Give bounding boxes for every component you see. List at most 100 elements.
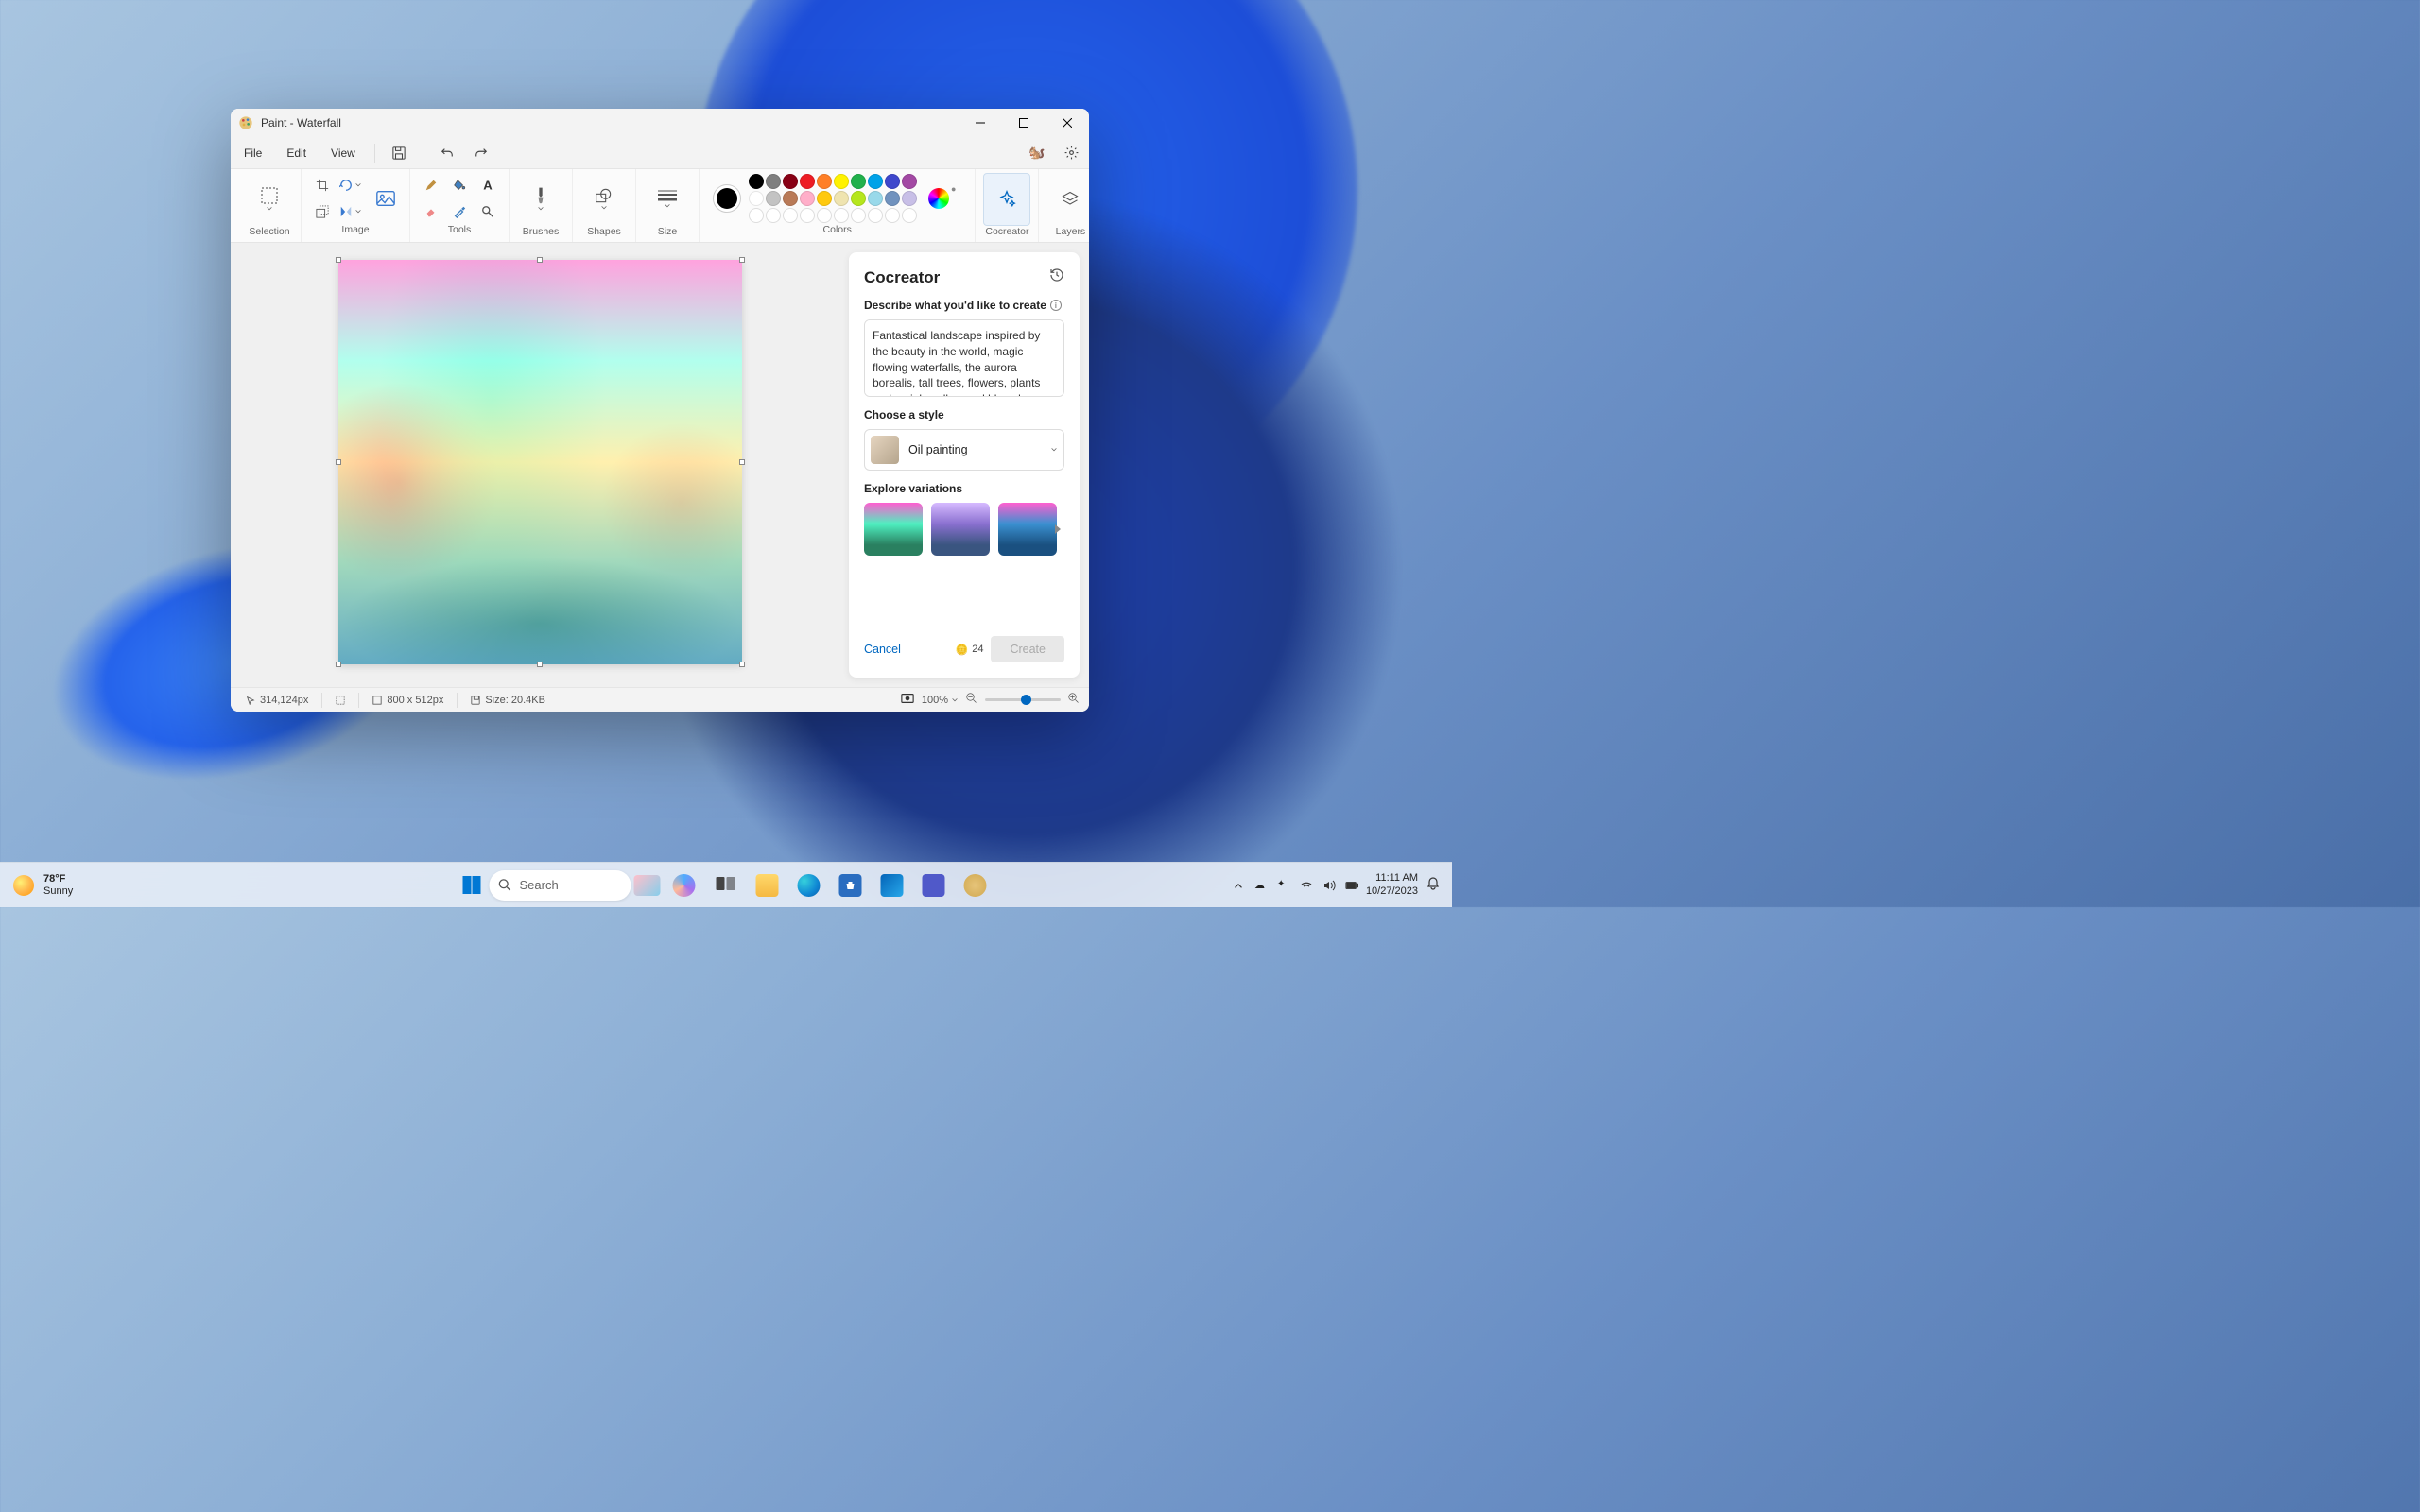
size-tool[interactable] bbox=[644, 173, 691, 226]
taskbar-paint[interactable] bbox=[958, 868, 994, 903]
zoom-slider[interactable] bbox=[985, 698, 1061, 701]
chevron-up-icon[interactable] bbox=[1232, 879, 1245, 892]
taskbar-store[interactable] bbox=[833, 868, 869, 903]
onedrive-icon[interactable]: ☁ bbox=[1254, 879, 1268, 892]
notifications-button[interactable] bbox=[1426, 876, 1441, 894]
layers-button[interactable] bbox=[1046, 173, 1089, 226]
redo-button[interactable] bbox=[467, 141, 495, 165]
taskbar-outlook[interactable] bbox=[874, 868, 910, 903]
menu-view[interactable]: View bbox=[321, 143, 365, 163]
empty-swatch[interactable] bbox=[834, 208, 849, 223]
resize-handle[interactable] bbox=[336, 257, 341, 263]
taskbar-explorer[interactable] bbox=[750, 868, 786, 903]
taskbar-copilot[interactable] bbox=[666, 868, 702, 903]
color-swatch[interactable] bbox=[885, 191, 900, 206]
taskbar-taskview[interactable] bbox=[708, 868, 744, 903]
color-swatch[interactable] bbox=[783, 191, 798, 206]
color-swatch[interactable] bbox=[800, 174, 815, 189]
start-button[interactable] bbox=[459, 873, 484, 898]
create-button[interactable]: Create bbox=[991, 636, 1064, 662]
taskbar-clock[interactable]: 11:11 AM 10/27/2023 bbox=[1366, 872, 1418, 897]
titlebar[interactable]: Paint - Waterfall bbox=[231, 109, 1089, 137]
save-button[interactable] bbox=[385, 141, 413, 165]
fill-tool[interactable] bbox=[446, 173, 473, 198]
resize-handle[interactable] bbox=[537, 662, 543, 667]
history-button[interactable] bbox=[1049, 267, 1064, 287]
resize-handle[interactable] bbox=[537, 257, 543, 263]
info-icon[interactable]: i bbox=[1050, 300, 1062, 311]
style-picker[interactable]: Oil painting bbox=[864, 429, 1064, 471]
empty-swatch[interactable] bbox=[902, 208, 917, 223]
current-color[interactable] bbox=[713, 184, 741, 213]
prompt-textarea[interactable] bbox=[864, 319, 1064, 397]
rotate-tool[interactable] bbox=[337, 173, 364, 198]
color-swatch[interactable] bbox=[749, 191, 764, 206]
selection-tool[interactable] bbox=[246, 173, 293, 226]
color-swatch[interactable] bbox=[885, 174, 900, 189]
color-swatch[interactable] bbox=[800, 191, 815, 206]
resize-handle[interactable] bbox=[739, 257, 745, 263]
magnifier-tool[interactable] bbox=[475, 199, 501, 224]
close-button[interactable] bbox=[1046, 109, 1089, 137]
taskbar-weather[interactable]: 78°F Sunny bbox=[0, 873, 73, 896]
fit-to-window[interactable] bbox=[901, 693, 914, 707]
menu-file[interactable]: File bbox=[234, 143, 271, 163]
empty-swatch[interactable] bbox=[817, 208, 832, 223]
image-import-tool[interactable] bbox=[370, 176, 402, 221]
variation-thumbnail[interactable] bbox=[864, 503, 923, 556]
zoom-in[interactable] bbox=[1068, 693, 1080, 707]
taskbar-teams[interactable] bbox=[916, 868, 952, 903]
empty-swatch[interactable] bbox=[885, 208, 900, 223]
settings-button[interactable] bbox=[1057, 141, 1085, 165]
color-swatch[interactable] bbox=[851, 174, 866, 189]
color-picker-tool[interactable] bbox=[446, 199, 473, 224]
color-swatch[interactable] bbox=[868, 191, 883, 206]
search-highlight[interactable] bbox=[634, 875, 661, 896]
empty-swatch[interactable] bbox=[749, 208, 764, 223]
color-swatch[interactable] bbox=[766, 191, 781, 206]
color-swatch[interactable] bbox=[783, 174, 798, 189]
shapes-tool[interactable] bbox=[580, 173, 628, 226]
language-icon[interactable]: ✦ bbox=[1277, 879, 1290, 892]
color-wheel[interactable] bbox=[928, 188, 949, 209]
battery-icon[interactable] bbox=[1345, 879, 1358, 892]
minimize-button[interactable] bbox=[959, 109, 1002, 137]
color-swatch[interactable] bbox=[834, 174, 849, 189]
taskbar-edge[interactable] bbox=[791, 868, 827, 903]
crop-tool[interactable] bbox=[309, 173, 336, 198]
color-swatch[interactable] bbox=[902, 174, 917, 189]
resize-handle[interactable] bbox=[336, 459, 341, 465]
color-swatch[interactable] bbox=[902, 191, 917, 206]
color-swatch[interactable] bbox=[817, 191, 832, 206]
wifi-icon[interactable] bbox=[1300, 879, 1313, 892]
resize-handle[interactable] bbox=[739, 662, 745, 667]
empty-swatch[interactable] bbox=[800, 208, 815, 223]
variation-thumbnail[interactable] bbox=[931, 503, 990, 556]
zoom-level[interactable]: 100% bbox=[922, 695, 959, 706]
zoom-out[interactable] bbox=[966, 693, 977, 707]
canvas[interactable] bbox=[338, 260, 742, 664]
copilot-button[interactable]: 🐿️ bbox=[1023, 141, 1051, 165]
color-swatch[interactable] bbox=[749, 174, 764, 189]
undo-button[interactable] bbox=[433, 141, 461, 165]
maximize-button[interactable] bbox=[1002, 109, 1046, 137]
empty-swatch[interactable] bbox=[851, 208, 866, 223]
color-swatch[interactable] bbox=[766, 174, 781, 189]
pencil-tool[interactable] bbox=[418, 173, 444, 198]
resize-tool[interactable] bbox=[309, 199, 336, 224]
resize-handle[interactable] bbox=[739, 459, 745, 465]
color-swatch[interactable] bbox=[851, 191, 866, 206]
taskbar-search[interactable]: Search bbox=[490, 870, 631, 901]
empty-swatch[interactable] bbox=[868, 208, 883, 223]
color-swatch[interactable] bbox=[868, 174, 883, 189]
text-tool[interactable]: A bbox=[475, 173, 501, 198]
color-swatch[interactable] bbox=[817, 174, 832, 189]
system-tray[interactable]: ☁ ✦ bbox=[1232, 879, 1358, 892]
cocreator-button[interactable] bbox=[983, 173, 1030, 226]
empty-swatch[interactable] bbox=[783, 208, 798, 223]
resize-handle[interactable] bbox=[336, 662, 341, 667]
canvas-viewport[interactable] bbox=[231, 243, 849, 687]
brushes-tool[interactable] bbox=[517, 173, 564, 226]
cancel-button[interactable]: Cancel bbox=[864, 643, 901, 656]
flip-tool[interactable] bbox=[337, 199, 364, 224]
